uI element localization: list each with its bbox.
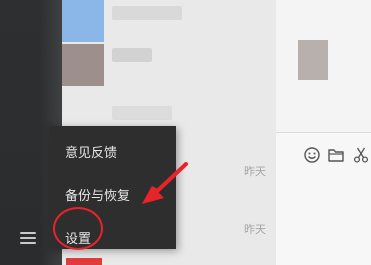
chat-pane [276,0,371,265]
avatar [62,44,104,86]
smiley-icon[interactable] [303,146,321,164]
settings-popup-menu: 意见反馈 备份与恢复 设置 [49,126,176,249]
scissors-icon[interactable] [352,146,370,164]
folder-icon[interactable] [327,146,345,164]
timestamp: 昨天 [244,165,266,178]
list-item[interactable] [62,44,276,104]
menu-item-label: 备份与恢复 [65,189,131,204]
hamburger-icon[interactable] [20,232,36,245]
avatar [62,0,104,42]
menu-item-feedback[interactable]: 意见反馈 [49,133,176,169]
contact-name-placeholder [112,106,172,120]
timestamp: 昨天 [244,223,266,236]
app-window: 昨天 昨天 意见反馈 备份与恢复 设置 [0,0,371,265]
menu-item-backup-restore[interactable]: 备份与恢复 [49,176,176,212]
menu-item-label: 意见反馈 [65,146,118,161]
contact-name-placeholder [112,48,152,62]
menu-item-label: 设置 [65,232,92,247]
contact-name-placeholder [112,6,182,20]
unread-badge-placeholder [66,258,102,265]
menu-item-settings[interactable]: 设置 [49,219,176,255]
avatar [298,40,328,80]
